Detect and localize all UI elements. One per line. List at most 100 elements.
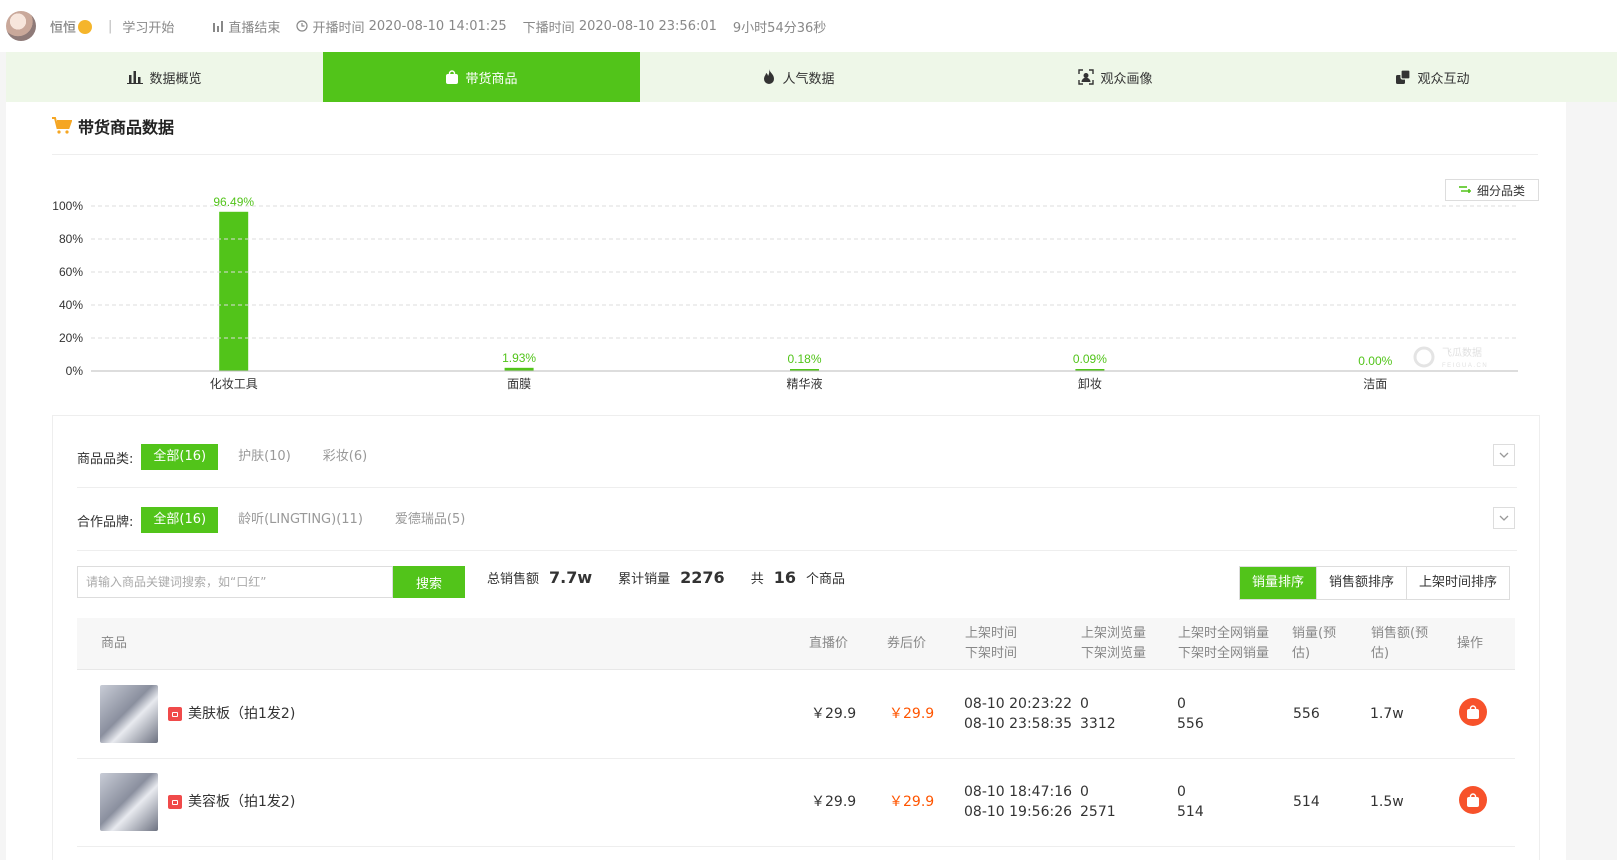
product-thumbnail[interactable] <box>100 685 158 743</box>
sort-by-sales[interactable]: 销售额排序 <box>1316 567 1407 599</box>
product-thumbnail[interactable] <box>100 773 158 831</box>
brand-filter-label: 合作品牌: <box>77 514 134 530</box>
y-tick-label: 40% <box>59 298 83 312</box>
brand-option-lingting[interactable]: 龄听(LINGTING)(11) <box>226 507 375 533</box>
col-views: 上架浏览量 下架浏览量 <box>1081 626 1147 661</box>
expand-brand-button[interactable] <box>1493 507 1515 529</box>
product-count-suffix: 个商品 <box>805 572 845 587</box>
bar-value-label: 1.93% <box>502 351 536 365</box>
divider <box>77 550 1517 551</box>
y-tick-label: 80% <box>59 232 83 246</box>
product-count-prefix: 共 <box>750 572 764 587</box>
category-share-chart: 洁面 0.00% 卸妆 0.09% 精华液 0.18% 面膜 1.93% 化妆工具 96.49% 1… <box>52 195 1518 391</box>
col-product: 商品 <box>101 636 128 651</box>
shopping-bag-icon <box>1467 705 1479 719</box>
product-filter-panel: 商品品类: 全部(16) 护肤(10) 彩妆(6) 合作品牌: 全部(16) 龄… <box>52 415 1540 860</box>
product-link-button[interactable] <box>1459 698 1487 726</box>
live-price: ￥29.9 <box>811 794 857 810</box>
bar-value-label: 96.49% <box>213 195 254 209</box>
tab-data-overview[interactable]: 数据概览 <box>6 52 323 102</box>
start-time: 开播时间 2020-08-10 14:01:25 <box>296 17 507 36</box>
volume: 514 <box>1293 794 1320 810</box>
tab-products[interactable]: 带货商品 <box>323 52 640 102</box>
view-counts: 0 3312 <box>1080 696 1116 732</box>
tab-audience-interaction[interactable]: 观众互动 <box>1274 52 1591 102</box>
chart-bar <box>219 211 249 371</box>
sort-options: 销量排序 销售额排序 上架时间排序 <box>1239 566 1511 600</box>
table-row: 美肤板（拍1发2) ￥29.9 ￥29.9 08-10 20:23:22 08-1… <box>77 671 1515 759</box>
category-option-all[interactable]: 全部(16) <box>141 444 219 470</box>
sales: 1.5w <box>1370 794 1404 810</box>
y-tick-label: 20% <box>59 331 83 345</box>
y-tick-label: 0% <box>66 364 84 378</box>
search-input[interactable] <box>77 566 393 598</box>
y-tick-label: 60% <box>59 265 83 279</box>
bar-chart-icon <box>213 21 224 32</box>
avatar[interactable] <box>6 11 36 41</box>
col-action: 操作 <box>1457 636 1484 651</box>
sales: 1.7w <box>1370 706 1404 722</box>
total-volume-value: 2276 <box>680 568 725 587</box>
tab-popularity[interactable]: 人气数据 <box>640 52 957 102</box>
x-tick-label: 卸妆 <box>1078 376 1102 391</box>
y-tick-label: 100% <box>52 199 83 213</box>
live-duration: 9小时54分36秒 <box>732 20 827 36</box>
table-header: 商品 直播价 券后价 上架时间 下架时间 上架浏览量 下架浏览量 上架时全网销量 下架… <box>77 618 1515 670</box>
divider <box>77 487 1517 488</box>
col-volume: 销量(预 估) <box>1292 626 1337 661</box>
category-option-makeup[interactable]: 彩妆(6) <box>311 444 379 470</box>
x-tick-label: 精华液 <box>786 376 822 391</box>
divider: | <box>108 18 113 34</box>
svg-text:FEIGUA.CN: FEIGUA.CN <box>1442 363 1488 369</box>
sort-by-listing-time[interactable]: 上架时间排序 <box>1406 567 1510 599</box>
live-title: 学习开始 <box>122 20 175 36</box>
emoji-icon <box>78 19 93 34</box>
tab-audience-portrait[interactable]: 观众画像 <box>957 52 1274 102</box>
live-header: 恒恒 | 学习开始 直播结束 开播时间 2020-08-10 14:01:25 … <box>0 0 1617 52</box>
listing-times: 08-10 18:47:16 08-10 19:56:26 <box>964 784 1073 820</box>
brand-option-aidepin[interactable]: 爱德瑞品(5) <box>383 507 477 533</box>
expand-category-button[interactable] <box>1493 444 1515 466</box>
shop-icon <box>168 707 182 721</box>
view-counts: 0 2571 <box>1080 784 1116 820</box>
search-button[interactable]: 搜索 <box>393 566 465 598</box>
cart-icon <box>52 117 72 134</box>
coupon-price: ￥29.9 <box>889 794 935 810</box>
total-sales-label: 总销售额 <box>487 572 540 587</box>
portrait-icon <box>1078 69 1095 85</box>
clock-icon <box>296 20 309 32</box>
bar-chart-icon <box>127 71 144 84</box>
chevron-down-icon <box>1499 452 1509 458</box>
watermark: 飞瓜数据 FEIGUA.CN <box>1413 346 1488 369</box>
live-status: 直播结束 <box>212 17 280 36</box>
listing-times: 08-10 20:23:22 08-10 23:58:35 <box>964 696 1073 732</box>
tab-bar: 数据概览 带货商品 人气数据 观众画像 观众互动 <box>6 52 1617 102</box>
col-sales: 销售额(预 估) <box>1371 626 1429 661</box>
live-price: ￥29.9 <box>811 706 857 722</box>
category-filter-label: 商品品类: <box>77 451 134 467</box>
product-link-button[interactable] <box>1459 786 1487 814</box>
net-sales: 0 514 <box>1177 784 1204 820</box>
anchor-name[interactable]: 恒恒 <box>50 17 93 36</box>
svg-text:飞瓜数据: 飞瓜数据 <box>1442 346 1482 359</box>
bar-value-label: 0.00% <box>1358 354 1392 368</box>
volume: 556 <box>1293 706 1320 722</box>
category-option-skincare[interactable]: 护肤(10) <box>226 444 303 470</box>
end-time: 下播时间 2020-08-10 23:56:01 <box>522 18 717 36</box>
product-name[interactable]: 美肤板（拍1发2) <box>188 704 295 724</box>
x-tick-label: 洁面 <box>1363 377 1387 391</box>
product-name[interactable]: 美容板（拍1发2) <box>188 792 295 812</box>
shopping-bag-icon <box>446 70 459 84</box>
product-search: 搜索 <box>77 566 465 598</box>
sort-by-volume[interactable]: 销量排序 <box>1240 567 1317 599</box>
brand-option-all[interactable]: 全部(16) <box>141 507 219 533</box>
divider <box>52 154 1538 155</box>
flame-icon <box>764 69 775 84</box>
product-count-value: 16 <box>773 568 796 587</box>
x-tick-label: 化妆工具 <box>210 377 258 391</box>
chevron-down-icon <box>1499 515 1509 521</box>
products-panel: 带货商品数据 细分品类 洁面 0.00% 卸妆 0.09% 精华液 0.18% 面膜 1.93… <box>6 102 1566 860</box>
total-volume-label: 累计销量 <box>618 572 671 587</box>
col-live-price: 直播价 <box>809 636 849 651</box>
total-sales-value: 7.7w <box>549 568 593 587</box>
